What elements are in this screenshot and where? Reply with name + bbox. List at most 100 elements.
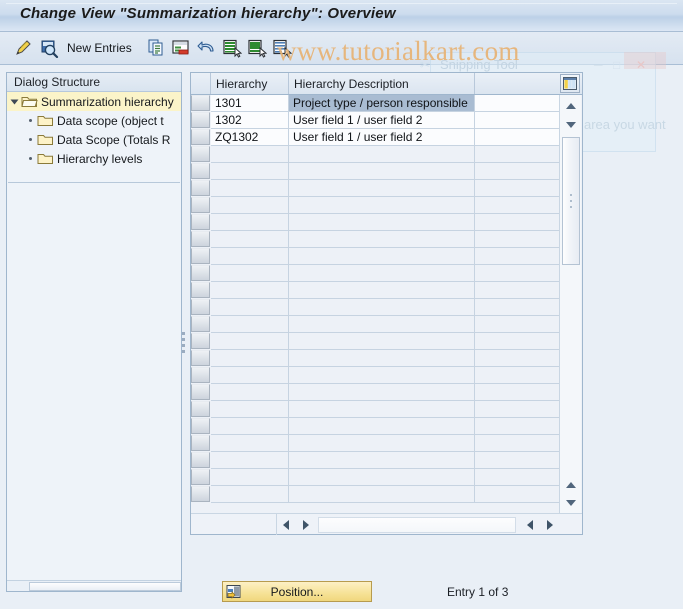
cell-hierarchy-description[interactable] [289,401,475,418]
row-selector[interactable] [191,214,210,230]
scroll-page-right-icon[interactable] [541,517,558,532]
row-selector[interactable] [191,333,210,349]
vscroll-thumb[interactable] [562,137,580,265]
column-header-blank[interactable] [475,73,560,94]
cell-hierarchy-description[interactable] [289,265,475,282]
cell-extra[interactable] [475,401,560,418]
row-selector[interactable] [191,435,210,451]
cell-hierarchy-description[interactable] [289,333,475,350]
cell-extra[interactable] [475,299,560,316]
cell-hierarchy[interactable] [211,163,289,180]
table-row[interactable]: ZQ1302 User field 1 / user field 2 [191,129,582,146]
row-selector[interactable] [191,248,210,264]
cell-hierarchy-description[interactable]: User field 1 / user field 2 [289,112,475,129]
cell-hierarchy-description[interactable] [289,469,475,486]
deselect-all-button[interactable] [271,37,293,59]
cell-hierarchy-description[interactable]: User field 1 / user field 2 [289,129,475,146]
cell-hierarchy-description[interactable] [289,418,475,435]
cell-hierarchy-description[interactable] [289,282,475,299]
scroll-left-icon[interactable] [277,517,294,532]
cell-extra[interactable] [475,95,560,112]
scroll-down-icon[interactable] [561,116,581,133]
cell-extra[interactable] [475,265,560,282]
cell-hierarchy[interactable] [211,435,289,452]
cell-hierarchy-description[interactable] [289,214,475,231]
cell-extra[interactable] [475,367,560,384]
cell-extra[interactable] [475,486,560,503]
row-selector[interactable] [191,452,210,468]
cell-hierarchy-description[interactable] [289,350,475,367]
table-row[interactable]: 1301 Project type / person responsible [191,95,582,112]
row-selector[interactable] [191,486,210,502]
row-selector[interactable] [191,146,210,162]
row-selector[interactable] [191,282,210,298]
position-button[interactable]: Position... [222,581,372,602]
table-row-empty[interactable] [191,163,582,180]
scroll-right-icon[interactable] [297,517,314,532]
copy-as-button[interactable] [145,37,167,59]
display-button[interactable] [38,37,60,59]
sidebar-item-data-scope-totals-records[interactable]: Data Scope (Totals R [7,130,181,149]
cell-extra[interactable] [475,197,560,214]
table-horizontal-scrollbar[interactable] [191,513,582,535]
undo-button[interactable] [196,37,218,59]
table-row-empty[interactable] [191,299,582,316]
table-row-empty[interactable] [191,316,582,333]
row-selector[interactable] [191,401,210,417]
cell-hierarchy[interactable] [211,367,289,384]
cell-extra[interactable] [475,129,560,146]
cell-hierarchy-description[interactable] [289,384,475,401]
row-selector[interactable] [191,265,210,281]
select-all-button[interactable] [221,37,243,59]
table-row-empty[interactable] [191,282,582,299]
table-row-empty[interactable] [191,231,582,248]
cell-hierarchy[interactable] [211,333,289,350]
cell-hierarchy-description[interactable] [289,452,475,469]
cell-extra[interactable] [475,350,560,367]
cell-hierarchy[interactable] [211,401,289,418]
cell-hierarchy[interactable] [211,231,289,248]
select-block-button[interactable] [246,37,268,59]
table-row-empty[interactable] [191,435,582,452]
sidebar-item-data-scope-object-type[interactable]: Data scope (object t [7,111,181,130]
cell-hierarchy-description[interactable] [289,248,475,265]
table-row-empty[interactable] [191,469,582,486]
change-edit-button[interactable] [12,37,34,59]
cell-extra[interactable] [475,333,560,350]
row-selector[interactable] [191,95,210,111]
row-selector[interactable] [191,367,210,383]
table-row-empty[interactable] [191,180,582,197]
column-header-hierarchy-description[interactable]: Hierarchy Description [289,73,475,94]
cell-hierarchy-description[interactable] [289,435,475,452]
tree-hscroll-thumb[interactable] [29,582,181,591]
cell-hierarchy-description[interactable] [289,316,475,333]
cell-hierarchy[interactable] [211,299,289,316]
cell-extra[interactable] [475,180,560,197]
cell-hierarchy-description[interactable]: Project type / person responsible [289,95,475,112]
table-row[interactable]: 1302 User field 1 / user field 2 [191,112,582,129]
table-row-empty[interactable] [191,146,582,163]
row-selector[interactable] [191,163,210,179]
cell-hierarchy[interactable] [211,282,289,299]
row-selector[interactable] [191,180,210,196]
cell-hierarchy[interactable] [211,418,289,435]
row-selector[interactable] [191,231,210,247]
cell-extra[interactable] [475,282,560,299]
table-row-empty[interactable] [191,265,582,282]
sidebar-item-hierarchy-levels[interactable]: Hierarchy levels [7,149,181,168]
cell-hierarchy-description[interactable] [289,180,475,197]
delete-button[interactable] [170,37,192,59]
cell-hierarchy[interactable] [211,316,289,333]
cell-extra[interactable] [475,112,560,129]
cell-extra[interactable] [475,316,560,333]
scroll-up-icon[interactable] [561,97,581,114]
scroll-page-up-icon[interactable] [561,476,581,493]
sidebar-item-summarization-hierarchy[interactable]: Summarization hierarchy [7,92,181,111]
cell-hierarchy[interactable] [211,486,289,503]
cell-extra[interactable] [475,231,560,248]
cell-hierarchy-description[interactable] [289,146,475,163]
row-selector[interactable] [191,469,210,485]
expand-collapse-triangle-icon[interactable] [7,98,21,106]
table-row-empty[interactable] [191,197,582,214]
column-header-hierarchy[interactable]: Hierarchy [211,73,289,94]
